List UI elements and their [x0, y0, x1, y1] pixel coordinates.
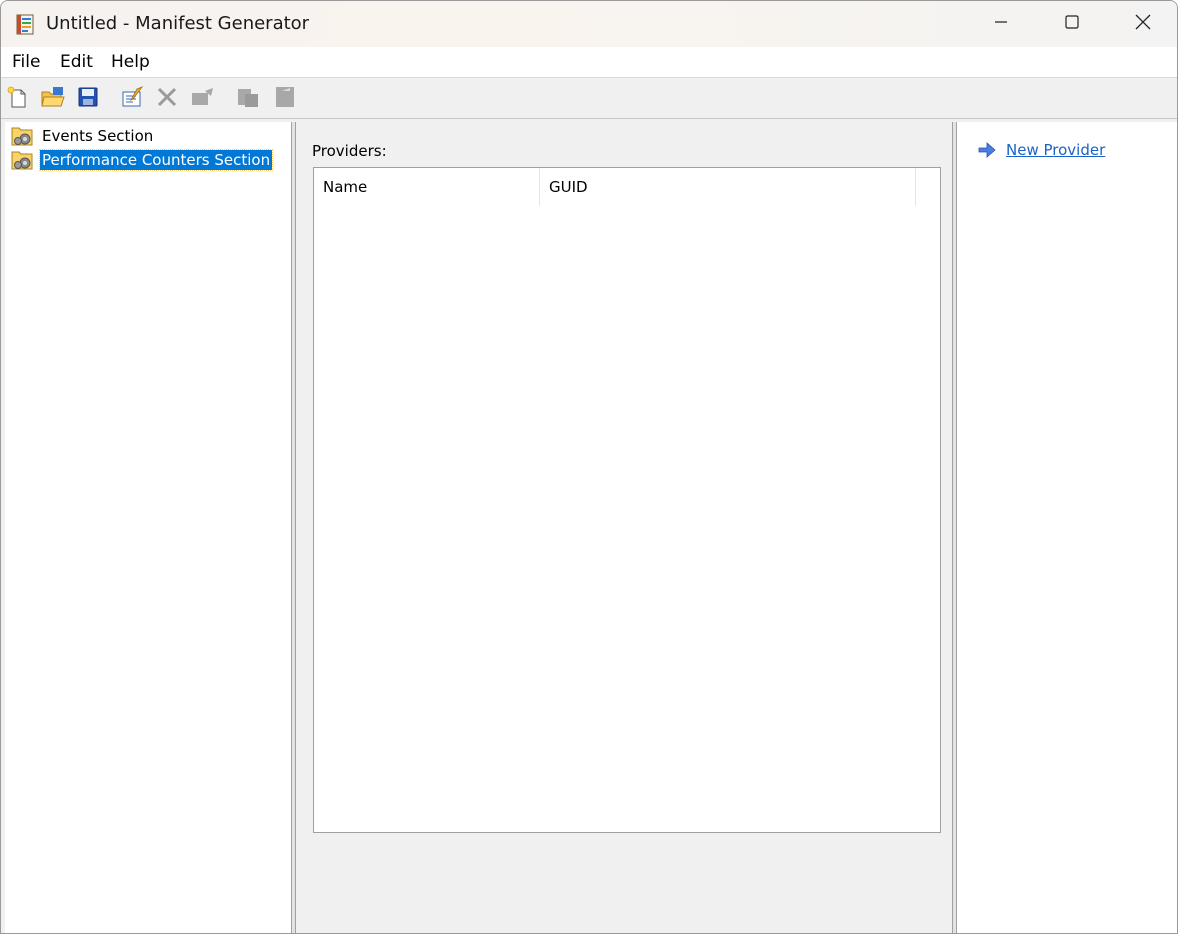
- blue-arrow-right-icon: [977, 140, 997, 160]
- maximize-icon: [1064, 14, 1080, 34]
- actions-panel: New Provider: [956, 122, 1177, 933]
- move-button[interactable]: [189, 85, 217, 113]
- menu-help[interactable]: Help: [111, 52, 150, 72]
- paste-icon: [273, 85, 297, 113]
- tree-item-performance-counters-section[interactable]: Performance Counters Section: [11, 149, 274, 171]
- providers-panel: Providers: Name GUID: [296, 122, 953, 933]
- menu-edit[interactable]: Edit: [60, 52, 93, 72]
- folder-gear-icon: [11, 125, 35, 147]
- new-document-icon: [6, 85, 30, 113]
- providers-list-header: Name GUID: [314, 168, 940, 206]
- tree-item-label: Events Section: [42, 127, 154, 145]
- toolbar: [1, 79, 1177, 119]
- open-button[interactable]: [39, 85, 67, 113]
- providers-label: Providers:: [312, 142, 387, 160]
- menu-file[interactable]: File: [12, 52, 40, 72]
- title-bar[interactable]: Untitled - Manifest Generator: [1, 1, 1177, 47]
- close-icon: [1134, 13, 1152, 35]
- column-header-name[interactable]: Name: [314, 168, 540, 206]
- minimize-button[interactable]: [966, 1, 1036, 47]
- minimize-icon: [993, 14, 1009, 34]
- app-icon: [15, 14, 36, 35]
- tree-item-events-section[interactable]: Events Section: [11, 125, 155, 147]
- copy-icon: [236, 85, 262, 113]
- window-title: Untitled - Manifest Generator: [46, 13, 310, 34]
- save-disk-icon: [76, 85, 100, 113]
- menu-bar: File Edit Help: [1, 47, 1177, 78]
- providers-list[interactable]: Name GUID: [313, 167, 941, 833]
- open-folder-icon: [40, 85, 66, 113]
- new-button[interactable]: [4, 85, 32, 113]
- column-header-guid[interactable]: GUID: [540, 168, 916, 206]
- section-tree[interactable]: Events Section Performance Counters Sect…: [5, 122, 292, 933]
- folder-gear-icon: [11, 149, 35, 171]
- close-button[interactable]: [1108, 1, 1177, 47]
- copy-button[interactable]: [235, 85, 263, 113]
- edit-properties-button[interactable]: [119, 85, 147, 113]
- delete-x-icon: [155, 85, 179, 113]
- delete-button[interactable]: [153, 85, 181, 113]
- new-provider-link[interactable]: New Provider: [977, 140, 1105, 160]
- paste-button[interactable]: [271, 85, 299, 113]
- edit-properties-icon: [120, 85, 146, 113]
- save-button[interactable]: [74, 85, 102, 113]
- maximize-button[interactable]: [1037, 1, 1107, 47]
- tree-item-label-selected: Performance Counters Section: [38, 149, 274, 171]
- move-icon: [190, 85, 216, 113]
- new-provider-label: New Provider: [1006, 141, 1106, 159]
- app-window: Untitled - Manifest Generator File Edit …: [0, 0, 1178, 934]
